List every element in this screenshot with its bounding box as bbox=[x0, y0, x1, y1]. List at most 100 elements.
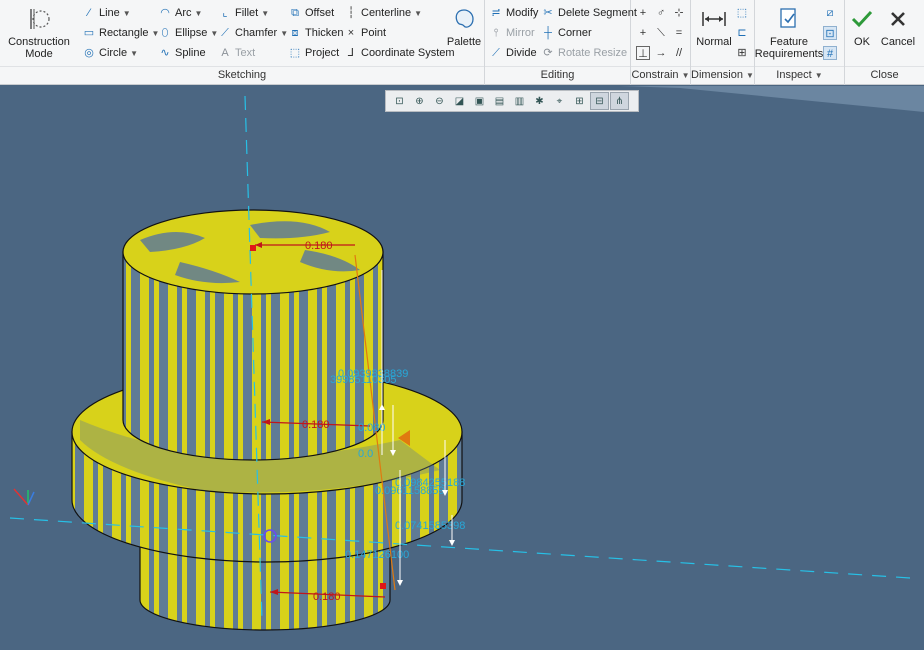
fillet-button[interactable]: ⌞ Fillet ▼ bbox=[218, 4, 269, 22]
dimension-label-h[interactable]: 0.0 bbox=[358, 448, 373, 460]
offset-button[interactable]: ⧉ Offset bbox=[288, 4, 334, 22]
offset-icon: ⧉ bbox=[291, 7, 299, 19]
top-face[interactable] bbox=[122, 209, 384, 295]
centerline-icon: ┆ bbox=[347, 7, 355, 19]
centerline-label: Centerline bbox=[361, 7, 412, 19]
constraint-tangent-button[interactable]: ♂ bbox=[654, 4, 668, 22]
circle-button[interactable]: ◎ Circle ▼ bbox=[82, 44, 138, 62]
annotation-display-icon[interactable]: ⊞ bbox=[570, 92, 589, 110]
divide-button[interactable]: ⟋ Divide bbox=[489, 44, 536, 62]
chevron-down-icon[interactable]: ▼ bbox=[280, 29, 288, 38]
centerline-button[interactable]: ┆ Centerline ▼ bbox=[344, 4, 422, 22]
dimension-label-d[interactable]: 0.0961158859 bbox=[375, 485, 445, 497]
datum-display-icon[interactable]: ⌖ bbox=[550, 92, 569, 110]
rotate-resize-label: Rotate Resize bbox=[558, 47, 628, 59]
delete-segment-button[interactable]: ✂ Delete Segment bbox=[541, 4, 637, 22]
dimension-label-b[interactable]: 39985110305 bbox=[330, 374, 396, 386]
constraint-symmetric-button[interactable]: → bbox=[654, 44, 668, 62]
dimension-label-g[interactable]: 0.080 bbox=[358, 422, 386, 434]
delete-segment-label: Delete Segment bbox=[558, 7, 637, 19]
sketcher-display-icon[interactable]: ⊟ bbox=[590, 92, 609, 110]
baseline-icon: ⊞ bbox=[737, 47, 747, 59]
constrain-label: Constrain bbox=[631, 69, 679, 81]
chevron-down-icon[interactable]: ▼ bbox=[261, 9, 269, 18]
view-manager-icon[interactable]: ▥ bbox=[510, 92, 529, 110]
palette-button[interactable]: Palette bbox=[446, 6, 482, 48]
dimension-group-label[interactable]: Dimension ▼ bbox=[691, 66, 754, 82]
inspect-group: Feature Requirements ⧄ ⊡ # Inspect ▼ bbox=[755, 0, 845, 85]
feature-requirements-button[interactable]: Feature Requirements bbox=[755, 6, 823, 60]
coincident-icon: ⟍ bbox=[657, 27, 665, 39]
3d-model-scene[interactable]: 0.180 0.180 0.180 0.0939838839 399851103… bbox=[0, 86, 924, 650]
modify-button[interactable]: ≓ Modify bbox=[489, 4, 538, 22]
vertical-constraint-icon: + bbox=[639, 7, 647, 19]
constraint-midpoint-button[interactable]: ⊹ bbox=[672, 4, 686, 22]
refit-icon[interactable]: ⊡ bbox=[390, 92, 409, 110]
project-button[interactable]: ⬚ Project bbox=[288, 44, 339, 62]
rotate-resize-button[interactable]: ⟳ Rotate Resize bbox=[541, 44, 627, 62]
rectangle-button[interactable]: ▭ Rectangle ▼ bbox=[82, 24, 160, 42]
middle-radius-value[interactable]: 0.180 bbox=[302, 419, 330, 431]
spline-button[interactable]: ∿ Spline bbox=[158, 44, 205, 62]
construction-mode-button[interactable]: Construction Mode bbox=[6, 6, 72, 60]
constrain-group-label[interactable]: Constrain ▼ bbox=[631, 66, 690, 82]
corner-label: Corner bbox=[558, 27, 592, 39]
highlight-open-ends-button[interactable]: # bbox=[823, 44, 837, 62]
normal-dimension-button[interactable]: Normal bbox=[694, 6, 734, 48]
constraint-parallel-button[interactable]: // bbox=[672, 44, 686, 62]
arc-button[interactable]: ◠ Arc ▼ bbox=[158, 4, 202, 22]
perpendicular-icon: ⊥ bbox=[636, 46, 650, 60]
dimension-group: Normal ⬚ ⊏ ⊞ Dimension ▼ bbox=[691, 0, 755, 85]
line-button[interactable]: ⁄ Line ▼ bbox=[82, 4, 131, 22]
constraint-coincident-button[interactable]: ⟍ bbox=[654, 24, 668, 42]
graphics-toolbar: ⊡ ⊕ ⊖ ◪ ▣ ▤ ▥ ✱ ⌖ ⊞ ⊟ ⋔ bbox=[385, 90, 639, 112]
equal-icon: = bbox=[675, 27, 683, 39]
chamfer-icon: ⟋ bbox=[221, 27, 229, 39]
cancel-button[interactable]: Cancel bbox=[879, 6, 917, 48]
reference-dimension-button[interactable]: ⊏ bbox=[735, 24, 749, 42]
perspective-icon[interactable]: ✱ bbox=[530, 92, 549, 110]
constraint-equal-button[interactable]: = bbox=[672, 24, 686, 42]
constraint-perpendicular-button[interactable]: ⊥ bbox=[636, 44, 650, 62]
ok-label: OK bbox=[854, 36, 870, 48]
shade-closed-loops-button[interactable]: ⊡ bbox=[823, 24, 837, 42]
coordinate-system-button[interactable]: ⅃ Coordinate System bbox=[344, 44, 455, 62]
baseline-dimension-button[interactable]: ⊞ bbox=[735, 44, 749, 62]
bottom-radius-value[interactable]: 0.180 bbox=[313, 591, 341, 603]
perimeter-dimension-button[interactable]: ⬚ bbox=[735, 4, 749, 22]
dimension-label-e[interactable]: 0.0741585398 bbox=[395, 520, 465, 532]
cancel-label: Cancel bbox=[880, 36, 916, 48]
zoom-in-icon[interactable]: ⊕ bbox=[410, 92, 429, 110]
corner-button[interactable]: ┼ Corner bbox=[541, 24, 592, 42]
thicken-button[interactable]: ⧈ Thicken bbox=[288, 24, 344, 42]
saved-orientations-icon[interactable]: ▤ bbox=[490, 92, 509, 110]
mirror-button[interactable]: ⫯ Mirror bbox=[489, 24, 535, 42]
sketch-view-icon[interactable]: ⋔ bbox=[610, 92, 629, 110]
point-button[interactable]: × Point bbox=[344, 24, 386, 42]
chevron-down-icon[interactable]: ▼ bbox=[123, 9, 131, 18]
overlapping-geometry-button[interactable]: ⧄ bbox=[823, 4, 837, 22]
constraint-vertical-button[interactable]: + bbox=[636, 4, 650, 22]
rectangle-label: Rectangle bbox=[99, 27, 149, 39]
ok-button[interactable]: OK bbox=[849, 6, 875, 48]
top-radius-value[interactable]: 0.180 bbox=[305, 240, 333, 252]
chevron-down-icon[interactable]: ▼ bbox=[130, 49, 138, 58]
zoom-out-icon[interactable]: ⊖ bbox=[430, 92, 449, 110]
sketching-group-label: Sketching bbox=[0, 66, 484, 82]
project-label: Project bbox=[305, 47, 340, 59]
chamfer-button[interactable]: ⟋ Chamfer ▼ bbox=[218, 24, 288, 42]
chevron-down-icon[interactable]: ▼ bbox=[414, 9, 422, 18]
graphics-viewport[interactable]: 0.180 0.180 0.180 0.0939838839 399851103… bbox=[0, 86, 924, 650]
tangent-icon: ♂ bbox=[656, 7, 666, 19]
text-button[interactable]: A Text bbox=[218, 44, 255, 62]
close-group-label: Close bbox=[845, 66, 924, 82]
repaint-icon[interactable]: ◪ bbox=[450, 92, 469, 110]
chevron-down-icon[interactable]: ▼ bbox=[195, 9, 203, 18]
shade-loops-icon: ⊡ bbox=[823, 26, 837, 40]
display-style-icon[interactable]: ▣ bbox=[470, 92, 489, 110]
inspect-group-label[interactable]: Inspect ▼ bbox=[755, 66, 844, 82]
ellipse-icon: ⬯ bbox=[161, 27, 169, 39]
dimension-icon bbox=[700, 6, 728, 32]
ellipse-button[interactable]: ⬯ Ellipse ▼ bbox=[158, 24, 219, 42]
constraint-horizontal-button[interactable]: + bbox=[636, 24, 650, 42]
